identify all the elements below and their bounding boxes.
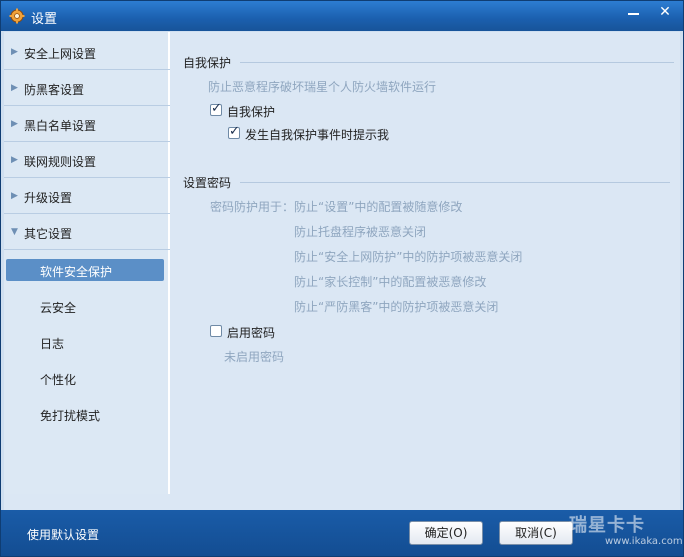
password-protect-item: 防止“安全上网防护”中的防护项被恶意关闭 xyxy=(294,250,523,264)
checkmark-icon: ✓ xyxy=(211,101,222,116)
window-title: 设置 xyxy=(31,12,58,27)
sidebar-item-other[interactable]: ▼ 其它设置 xyxy=(4,214,170,250)
notify-event-checkbox[interactable]: ✓ xyxy=(228,124,240,139)
content-area: ▶ 安全上网设置 ▶ 防黑客设置 ▶ 黑白名单设置 ▶ 联网规则设置 ▶ 升级设… xyxy=(4,32,680,510)
self-protect-checkbox-label[interactable]: 自我保护 xyxy=(227,103,275,120)
sidebar-subitem-cloud-security[interactable]: 云安全 xyxy=(4,295,170,319)
section-divider xyxy=(240,182,670,183)
sidebar-item-anti-hacker[interactable]: ▶ 防黑客设置 xyxy=(4,70,170,106)
password-intro: 密码防护用于： xyxy=(210,200,295,214)
sidebar-item-network-rules[interactable]: ▶ 联网规则设置 xyxy=(4,142,170,178)
watermark-logo-text: 瑞星卡卡 xyxy=(569,515,645,536)
sidebar-item-safe-browsing[interactable]: ▶ 安全上网设置 xyxy=(4,34,170,70)
sidebar-subitem-personalize[interactable]: 个性化 xyxy=(4,367,170,391)
sidebar-item-label: 联网规则设置 xyxy=(24,155,97,169)
restore-defaults-link[interactable]: 使用默认设置 xyxy=(27,526,99,543)
sidebar-subitem-label: 软件安全保护 xyxy=(40,265,113,279)
ok-button[interactable]: 确定(O) xyxy=(409,521,483,545)
password-protect-item: 防止托盘程序被恶意关闭 xyxy=(294,225,427,239)
chevron-right-icon: ▶ xyxy=(11,83,18,93)
checkmark-icon: ✓ xyxy=(229,124,240,139)
minimize-button[interactable] xyxy=(619,1,649,25)
sidebar-item-label: 其它设置 xyxy=(24,227,73,241)
sidebar-subitem-label: 云安全 xyxy=(40,301,77,315)
notify-event-checkbox-label[interactable]: 发生自我保护事件时提示我 xyxy=(245,126,389,143)
sidebar-subitem-do-not-disturb[interactable]: 免打扰模式 xyxy=(4,403,170,427)
settings-panel: 自我保护 防止恶意程序破坏瑞星个人防火墙软件运行 ✓ 自我保护 ✓ 发生自我保护… xyxy=(172,32,680,494)
password-protect-item: 防止“设置”中的配置被随意修改 xyxy=(294,200,463,214)
self-protect-checkbox[interactable]: ✓ xyxy=(210,101,222,116)
chevron-right-icon: ▶ xyxy=(11,191,18,201)
title-bar[interactable]: 设置 ✕ xyxy=(1,1,683,31)
settings-window: 设置 ✕ ▶ 安全上网设置 ▶ 防黑客设置 ▶ 黑白名单设置 ▶ 联网规则设置 … xyxy=(0,0,684,557)
chevron-down-icon: ▼ xyxy=(11,227,18,237)
sidebar-subitem-label: 免打扰模式 xyxy=(40,409,101,423)
watermark-url: www.ikaka.com xyxy=(605,536,683,547)
sidebar-item-blackwhite-list[interactable]: ▶ 黑白名单设置 xyxy=(4,106,170,142)
sidebar-subitem-label: 日志 xyxy=(40,337,65,351)
cancel-button[interactable]: 取消(C) xyxy=(499,521,573,545)
gear-icon xyxy=(9,8,25,24)
sidebar-item-label: 黑白名单设置 xyxy=(24,119,97,133)
password-protect-item: 防止“严防黑客”中的防护项被恶意关闭 xyxy=(294,300,499,314)
sidebar: ▶ 安全上网设置 ▶ 防黑客设置 ▶ 黑白名单设置 ▶ 联网规则设置 ▶ 升级设… xyxy=(4,32,170,494)
password-protect-item: 防止“家长控制”中的配置被恶意修改 xyxy=(294,275,487,289)
section-title-self-protect: 自我保护 xyxy=(183,56,232,70)
section-title-password: 设置密码 xyxy=(183,176,232,190)
sidebar-item-label: 安全上网设置 xyxy=(24,47,97,61)
close-button[interactable]: ✕ xyxy=(650,1,680,25)
enable-password-checkbox-label[interactable]: 启用密码 xyxy=(227,324,275,341)
chevron-right-icon: ▶ xyxy=(11,47,18,57)
sidebar-subitem-log[interactable]: 日志 xyxy=(4,331,170,355)
enable-password-checkbox[interactable] xyxy=(210,325,222,337)
sidebar-subitem-software-protection[interactable]: 软件安全保护 xyxy=(4,259,170,283)
section-divider xyxy=(240,62,674,63)
sidebar-subitem-label: 个性化 xyxy=(40,373,77,387)
password-status: 未启用密码 xyxy=(224,350,285,364)
sidebar-item-label: 升级设置 xyxy=(24,191,73,205)
sidebar-item-upgrade[interactable]: ▶ 升级设置 xyxy=(4,178,170,214)
self-protect-description: 防止恶意程序破坏瑞星个人防火墙软件运行 xyxy=(208,80,437,94)
sidebar-item-label: 防黑客设置 xyxy=(24,83,85,97)
chevron-right-icon: ▶ xyxy=(11,119,18,129)
chevron-right-icon: ▶ xyxy=(11,155,18,165)
